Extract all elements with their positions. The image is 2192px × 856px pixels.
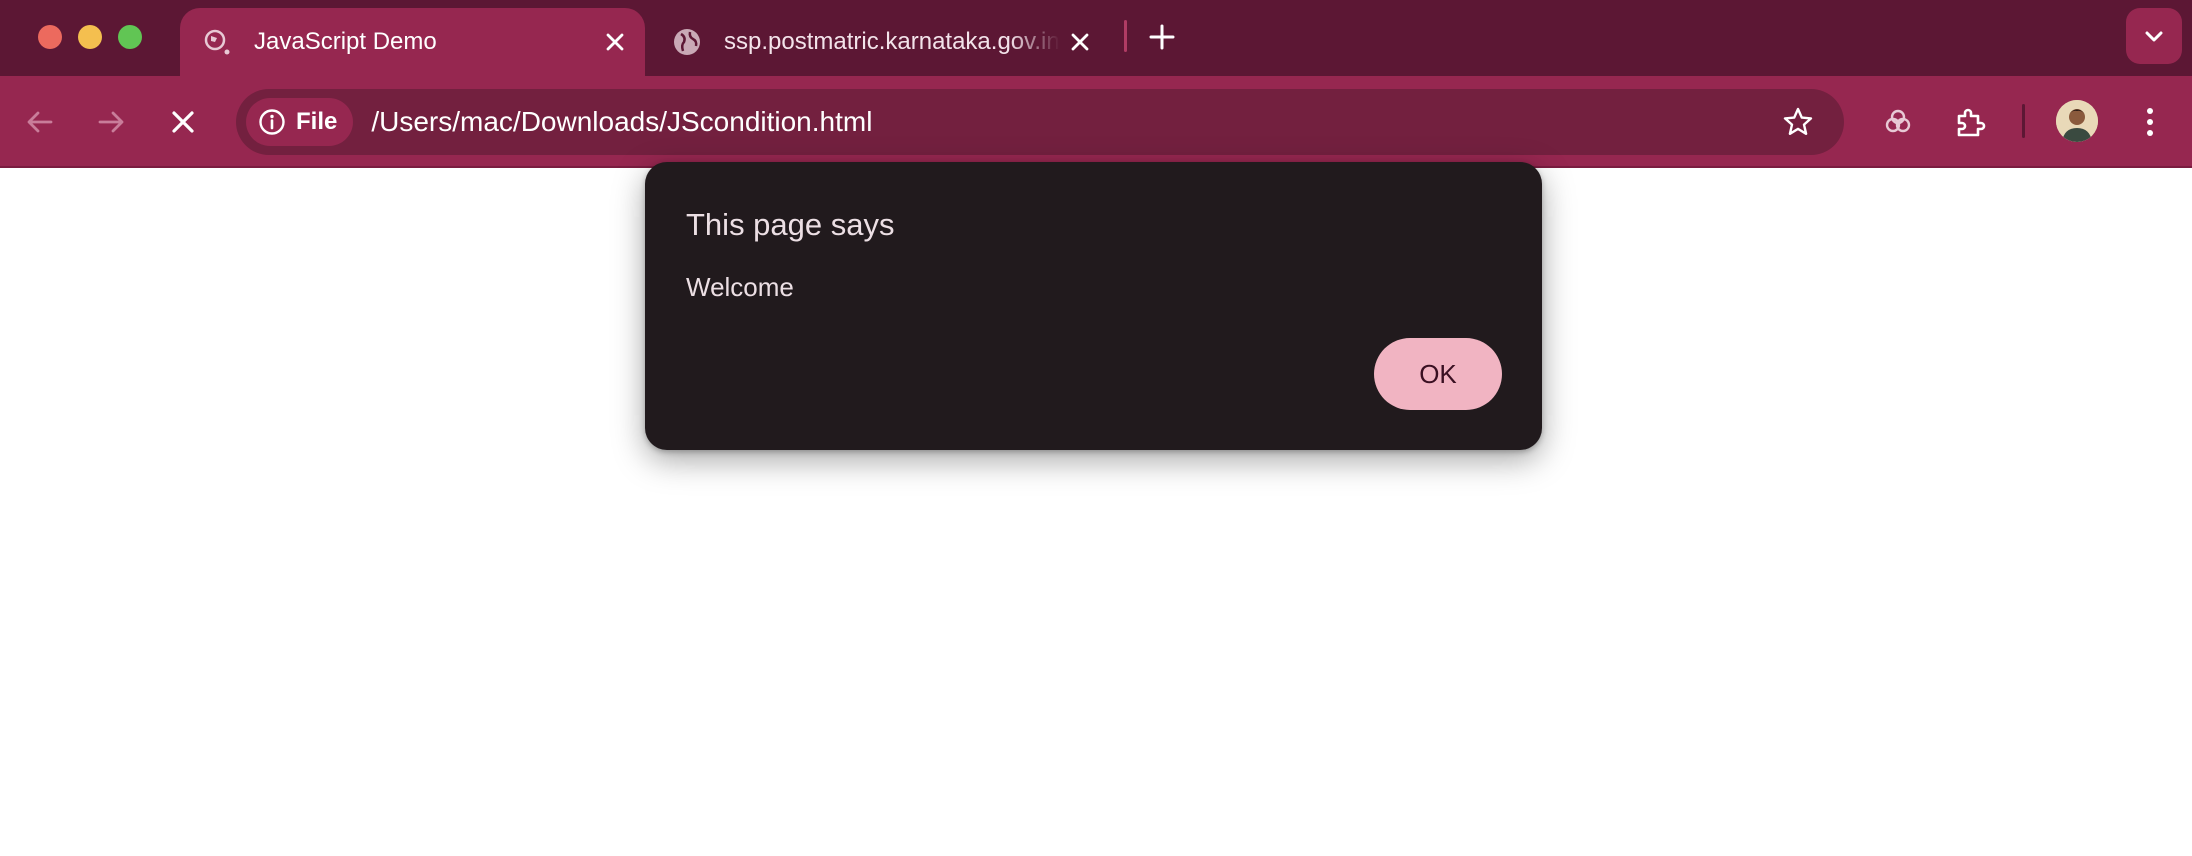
new-tab-plus-icon[interactable] (1142, 17, 1182, 57)
more-menu-kebab-icon[interactable] (2124, 96, 2176, 148)
tab-strip: JavaScript Demo ssp.postmatric.karnataka… (0, 0, 2192, 76)
dialog-title: This page says (686, 207, 895, 242)
site-info-chip-label: File (296, 108, 338, 135)
extension-puzzle-link-icon[interactable] (1872, 96, 1924, 148)
dialog-message: Welcome (686, 272, 794, 302)
tab-title: JavaScript Demo (254, 28, 437, 55)
alert-dialog: This page says Welcome OK (645, 162, 1542, 450)
window-close-button[interactable] (38, 25, 62, 49)
toolbar-divider (2022, 104, 2025, 138)
window-minimize-button[interactable] (78, 25, 102, 49)
loading-globe-icon (202, 27, 232, 57)
ok-button[interactable]: OK (1374, 338, 1502, 410)
bookmark-star-icon[interactable] (1776, 100, 1820, 144)
tab-close-icon[interactable] (595, 22, 635, 62)
info-icon (258, 108, 286, 136)
tab-separator (1124, 20, 1127, 52)
tab-ssp-postmatric[interactable]: ssp.postmatric.karnataka.gov.in (650, 8, 1110, 76)
address-bar[interactable]: File /Users/mac/Downloads/JScondition.ht… (236, 89, 1844, 155)
stop-loading-close-icon[interactable] (159, 98, 207, 146)
profile-avatar[interactable] (2056, 100, 2098, 142)
back-arrow-icon[interactable] (16, 98, 64, 146)
window-maximize-button[interactable] (118, 25, 142, 49)
tab-close-icon[interactable] (1060, 22, 1100, 62)
tab-javascript-demo[interactable]: JavaScript Demo (180, 8, 645, 76)
url-text[interactable]: /Users/mac/Downloads/JScondition.html (371, 106, 1776, 138)
tab-title: ssp.postmatric.karnataka.gov.in (724, 28, 1060, 55)
site-info-chip[interactable]: File (246, 98, 354, 146)
tab-search-chevron-down-icon[interactable] (2126, 8, 2182, 64)
extensions-puzzle-icon[interactable] (1944, 96, 1996, 148)
browser-toolbar: File /Users/mac/Downloads/JScondition.ht… (0, 76, 2192, 168)
forward-arrow-icon[interactable] (87, 98, 135, 146)
globe-icon (672, 27, 702, 57)
